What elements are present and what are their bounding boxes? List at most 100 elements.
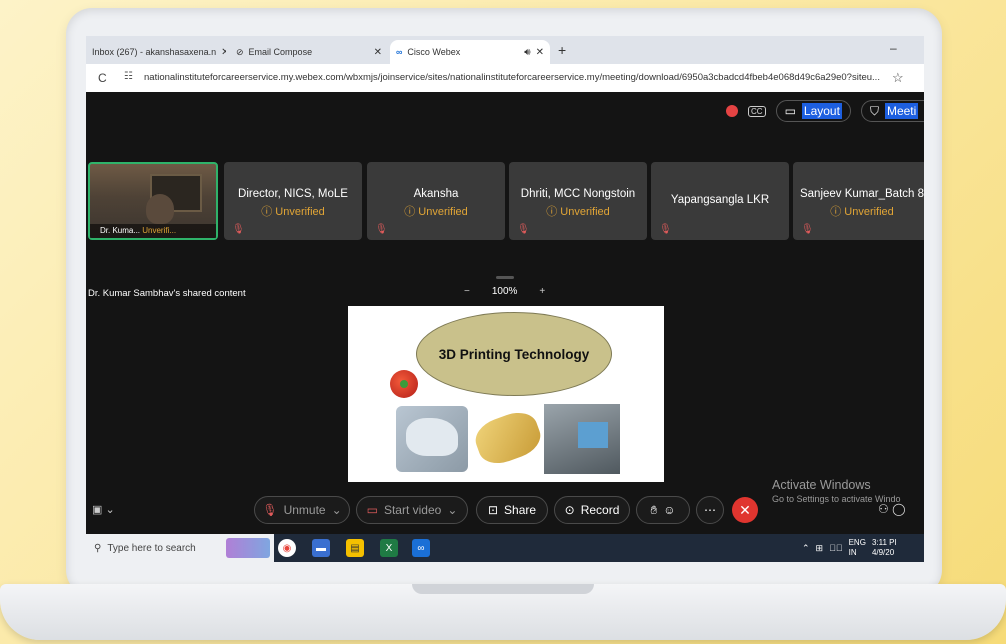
record-button[interactable]: ⊙ Record bbox=[554, 496, 630, 524]
view-options-icon[interactable]: ▣ ⌄ bbox=[92, 503, 115, 516]
shared-slide: 3D Printing Technology bbox=[348, 306, 664, 482]
zoom-in-button[interactable]: + bbox=[539, 286, 545, 297]
resize-handle[interactable] bbox=[496, 276, 514, 279]
more-icon: ⋯ bbox=[704, 503, 716, 517]
address-bar: C ☷ nationalinstituteforcareerservice.my… bbox=[86, 64, 924, 93]
participant-name: Sanjeev Kumar_Batch 8 bbox=[799, 188, 924, 200]
new-tab-button[interactable]: + bbox=[558, 42, 566, 58]
language-indicator[interactable]: ENG IN bbox=[849, 538, 866, 558]
chevron-down-icon[interactable]: ⌄ bbox=[447, 503, 457, 517]
participant-tile[interactable]: Dhriti, MCC Nongstoin ⓘ Unverified 🎙︎ bbox=[509, 162, 647, 240]
tab-inbox[interactable]: Inbox (267) - akanshasaxena.n ✕ bbox=[86, 40, 226, 64]
participant-status: ⓘ Unverified bbox=[261, 206, 325, 218]
participant-tile[interactable]: Yapangsangla LKR 🎙︎ bbox=[651, 162, 789, 240]
participant-name: Dr. Kuma... bbox=[100, 226, 141, 235]
file-explorer-icon[interactable]: ▬ bbox=[312, 539, 330, 557]
network-icon[interactable]: ⊞ bbox=[816, 543, 824, 554]
participant-label: Dr. Kuma... Unverifi... bbox=[90, 224, 216, 238]
zoom-out-button[interactable]: − bbox=[464, 286, 470, 297]
closed-caption-icon[interactable]: CC bbox=[748, 105, 766, 117]
mic-muted-icon: 🎙︎ bbox=[801, 224, 814, 235]
chevron-down-icon[interactable]: ⌄ bbox=[332, 503, 342, 517]
webex-meeting: CC ▭ Layout ⛉ Meeti Dr. Kuma... Unverifi… bbox=[86, 92, 924, 534]
mic-muted-icon: 🎙︎ bbox=[659, 224, 672, 235]
participant-tile-video[interactable]: Dr. Kuma... Unverifi... bbox=[88, 162, 218, 240]
webex-taskbar-icon[interactable]: ∞ bbox=[412, 539, 430, 557]
unmute-label: Unmute bbox=[283, 503, 326, 517]
system-tray: ⌃ ⊞ ◁ﾞ ENG IN 3:11 PI 4/9/20 bbox=[802, 534, 897, 562]
emoji-icon: ☺ bbox=[663, 503, 676, 517]
meeting-top-controls: CC ▭ Layout ⛉ Meeti bbox=[726, 100, 924, 122]
close-icon[interactable]: ✕ bbox=[374, 47, 382, 58]
reload-icon[interactable]: C bbox=[98, 71, 107, 85]
zoom-level: 100% bbox=[491, 286, 518, 297]
volume-icon[interactable]: ◁ﾞ bbox=[829, 543, 843, 553]
close-icon[interactable]: ✕ bbox=[221, 47, 226, 58]
laptop-notch bbox=[412, 584, 594, 594]
shared-content-title: Dr. Kumar Sambhav's shared content bbox=[88, 288, 246, 299]
mic-muted-icon: 🎙︎ bbox=[262, 503, 278, 517]
bookmark-star-icon[interactable]: ☆ bbox=[892, 70, 904, 86]
tab-title: Inbox (267) - akanshasaxena.n bbox=[92, 47, 217, 57]
excel-icon[interactable]: X bbox=[380, 539, 398, 557]
search-icon: ⚲ bbox=[94, 542, 102, 554]
tab-title: Cisco Webex bbox=[407, 47, 461, 57]
video-off-icon: ▭ bbox=[366, 503, 378, 517]
compose-icon: ⊘ bbox=[236, 46, 244, 57]
mic-muted-icon: 🎙︎ bbox=[232, 224, 245, 235]
speaker-icon[interactable]: 🔊︎ bbox=[524, 47, 530, 58]
shield-icon: ⛉ bbox=[869, 103, 879, 118]
windows-taskbar: ⚲ Type here to search ◉ ▬ ▤ X ∞ ⌃ ⊞ ◁ﾞ E… bbox=[86, 534, 924, 562]
share-button[interactable]: ⊡ Share bbox=[476, 496, 548, 524]
close-icon[interactable]: ✕ bbox=[536, 47, 544, 58]
meeting-info-button[interactable]: ⛉ Meeti bbox=[860, 100, 924, 122]
video-person bbox=[146, 194, 174, 224]
participants-chat-icons[interactable]: ⚇ ◯ bbox=[878, 502, 906, 516]
tab-title: Email Compose bbox=[248, 47, 313, 57]
slide-title: 3D Printing Technology bbox=[438, 346, 590, 362]
tab-email-compose[interactable]: ⊘ Email Compose ✕ bbox=[230, 40, 388, 64]
meeting-info-label: Meeti bbox=[884, 103, 919, 119]
record-icon: ⊙ bbox=[564, 503, 575, 517]
participant-status: Unverifi... bbox=[142, 226, 177, 235]
printed-object-image bbox=[390, 370, 418, 398]
site-settings-icon[interactable]: ☷ bbox=[124, 71, 133, 82]
tab-cisco-webex[interactable]: ∞ Cisco Webex 🔊︎ ✕ bbox=[390, 40, 550, 64]
chevron-up-icon[interactable]: ⌃ bbox=[802, 543, 810, 554]
sticky-notes-icon[interactable]: ▤ bbox=[346, 539, 364, 557]
participant-status: ⓘ Unverified bbox=[546, 206, 610, 218]
participant-status: ⓘ Unverified bbox=[830, 206, 894, 218]
url-field[interactable]: nationalinstituteforcareerservice.my.web… bbox=[144, 72, 884, 83]
end-call-button[interactable]: ✕ bbox=[732, 497, 758, 523]
layout-button[interactable]: ▭ Layout bbox=[775, 100, 851, 122]
search-placeholder: Type here to search bbox=[107, 542, 196, 554]
share-label: Share bbox=[504, 503, 537, 517]
webex-icon: ∞ bbox=[396, 47, 403, 57]
zoom-controls: − 100% + bbox=[464, 286, 545, 297]
participant-tile[interactable]: Akansha ⓘ Unverified 🎙︎ bbox=[367, 162, 505, 240]
recording-indicator-icon bbox=[726, 105, 738, 117]
mic-muted-icon: 🎙︎ bbox=[517, 224, 530, 235]
participant-name: Yapangsangla LKR bbox=[670, 194, 770, 206]
raise-hand-icon: ✋︎ bbox=[650, 502, 658, 517]
participant-name: Director, NICS, MoLE bbox=[238, 188, 348, 200]
start-video-label: Start video bbox=[383, 503, 442, 517]
chrome-icon[interactable]: ◉ bbox=[278, 539, 296, 557]
start-video-button[interactable]: ▭ Start video ⌄ bbox=[356, 496, 468, 524]
participant-tile[interactable]: Director, NICS, MoLE ⓘ Unverified 🎙︎ bbox=[224, 162, 362, 240]
participant-name: Dhriti, MCC Nongstoin bbox=[520, 188, 636, 200]
more-options-button[interactable]: ⋯ bbox=[696, 496, 724, 524]
minimize-button[interactable]: – bbox=[890, 41, 897, 55]
printer-machine-image bbox=[544, 404, 620, 474]
reactions-button[interactable]: ✋︎ ☺ bbox=[636, 496, 690, 524]
printed-part-image bbox=[472, 406, 544, 472]
record-label: Record bbox=[580, 503, 620, 517]
layout-label: Layout bbox=[801, 103, 842, 119]
clock[interactable]: 3:11 PI 4/9/20 bbox=[872, 538, 897, 558]
search-highlight-image bbox=[226, 538, 270, 558]
browser-tab-bar: Inbox (267) - akanshasaxena.n ✕ ⊘ Email … bbox=[86, 36, 924, 64]
participant-tile[interactable]: Sanjeev Kumar_Batch 8 ⓘ Unverified 🎙︎ bbox=[793, 162, 924, 240]
unmute-button[interactable]: 🎙︎ Unmute ⌄ bbox=[254, 496, 350, 524]
participant-status: ⓘ Unverified bbox=[404, 206, 468, 218]
layout-icon: ▭ bbox=[784, 104, 796, 118]
